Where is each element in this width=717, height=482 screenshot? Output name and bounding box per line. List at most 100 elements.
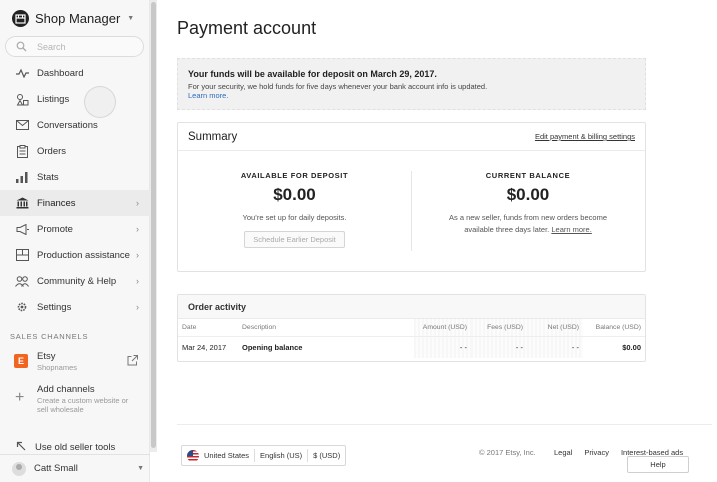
sidebar-item-label: Community & Help bbox=[37, 275, 117, 287]
add-channels-button[interactable]: + Add channels Create a custom website o… bbox=[14, 383, 142, 417]
available-amount: $0.00 bbox=[273, 185, 316, 204]
sidebar-scrollbar[interactable] bbox=[150, 0, 157, 452]
clipboard-icon bbox=[15, 144, 29, 158]
notice-title: Your funds will be available for deposit… bbox=[188, 69, 437, 79]
order-activity-title: Order activity bbox=[188, 301, 247, 312]
factory-icon bbox=[15, 248, 29, 262]
locale-separator bbox=[254, 449, 256, 462]
sales-channels-heading: SALES CHANNELS bbox=[10, 332, 89, 341]
gear-icon bbox=[15, 300, 29, 314]
chevron-right-icon: › bbox=[136, 250, 139, 260]
shop-manager-title: Shop Manager bbox=[35, 11, 121, 26]
search-input[interactable] bbox=[37, 41, 137, 52]
sidebar-item-stats[interactable]: Stats bbox=[0, 164, 150, 190]
footer-divider bbox=[177, 424, 712, 425]
plus-icon: + bbox=[15, 389, 25, 406]
avatar bbox=[12, 461, 26, 476]
footer-link-legal[interactable]: Legal bbox=[554, 448, 572, 457]
caret-down-icon: ▼ bbox=[137, 465, 144, 472]
schedule-earlier-deposit-button[interactable]: Schedule Earlier Deposit bbox=[244, 231, 345, 248]
bank-icon bbox=[15, 196, 29, 210]
order-activity-card: Order activity Date Description Amount (… bbox=[177, 294, 646, 362]
sidebar-item-label: Settings bbox=[37, 301, 72, 313]
copyright-text: © 2017 Etsy, Inc. bbox=[479, 448, 536, 457]
order-activity-header: Order activity bbox=[178, 295, 645, 319]
summary-title: Summary bbox=[188, 130, 238, 143]
edit-payment-settings-link[interactable]: Edit payment & billing settings bbox=[535, 132, 635, 141]
user-name: Catt Small bbox=[34, 463, 78, 474]
etsy-logo-icon: E bbox=[14, 354, 28, 368]
sidebar-item-finances[interactable]: Finances › bbox=[0, 190, 150, 216]
sales-channel-etsy[interactable]: E Etsy Shopnames bbox=[14, 350, 142, 374]
sidebar-item-label: Orders bbox=[37, 145, 67, 157]
sidebar-item-conversations[interactable]: Conversations bbox=[0, 112, 150, 138]
sidebar: Shop Manager ▼ Dashboard Listings Conver… bbox=[0, 0, 150, 482]
balance-amount: $0.00 bbox=[506, 185, 550, 204]
main-content: Payment account Your funds will be avail… bbox=[157, 0, 717, 482]
sidebar-item-production-assistance[interactable]: Production assistance › bbox=[0, 242, 150, 268]
order-activity-table: Date Description Amount (USD) Fees (USD)… bbox=[178, 319, 645, 358]
footer-link-privacy[interactable]: Privacy bbox=[584, 448, 609, 457]
column-header-date: Date bbox=[178, 319, 238, 337]
bar-chart-icon bbox=[15, 170, 29, 184]
help-button[interactable]: Help bbox=[627, 456, 689, 473]
add-channels-description: Create a custom website or sell wholesal… bbox=[37, 396, 129, 414]
sidebar-item-promote[interactable]: Promote › bbox=[0, 216, 150, 242]
column-header-description: Description bbox=[238, 319, 414, 337]
cell-net: - - bbox=[527, 336, 583, 358]
locale-language: English (US) bbox=[260, 451, 303, 460]
search-icon bbox=[16, 41, 28, 53]
sidebar-nav: Dashboard Listings Conversations Orders … bbox=[0, 60, 150, 320]
column-header-fees: Fees (USD) bbox=[471, 319, 527, 337]
notice-learn-more-link[interactable]: Learn more. bbox=[188, 91, 635, 100]
chevron-right-icon: › bbox=[136, 302, 139, 312]
megaphone-icon bbox=[15, 222, 29, 236]
sidebar-item-orders[interactable]: Orders bbox=[0, 138, 150, 164]
balance-note: As a new seller, funds from new orders b… bbox=[411, 212, 645, 236]
balance-title: CURRENT BALANCE bbox=[485, 171, 571, 180]
locale-separator bbox=[307, 449, 309, 462]
add-channels-label: Add channels bbox=[37, 384, 95, 395]
sidebar-item-label: Stats bbox=[37, 171, 59, 183]
balance-learn-more-link[interactable]: Learn more. bbox=[551, 225, 591, 234]
sidebar-item-label: Listings bbox=[37, 93, 70, 105]
locale-settings-button[interactable]: United States English (US) $ (USD) bbox=[181, 445, 347, 466]
current-balance-section: CURRENT BALANCE $0.00 As a new seller, f… bbox=[411, 171, 645, 236]
sidebar-item-label: Finances bbox=[37, 197, 76, 209]
shapes-icon bbox=[15, 92, 29, 106]
sidebar-item-settings[interactable]: Settings › bbox=[0, 294, 150, 320]
old-seller-tools-label: Use old seller tools bbox=[35, 441, 116, 453]
column-header-net: Net (USD) bbox=[527, 319, 583, 337]
notice-body: For your security, we hold funds for fiv… bbox=[188, 82, 488, 91]
channel-name: Etsy bbox=[37, 351, 56, 362]
people-icon bbox=[15, 274, 29, 288]
locale-currency: $ (USD) bbox=[313, 451, 341, 460]
channel-shop-name: Shopnames bbox=[37, 363, 78, 372]
sidebar-item-listings[interactable]: Listings bbox=[0, 86, 150, 112]
search-box[interactable] bbox=[5, 36, 144, 57]
page-title: Payment account bbox=[177, 18, 317, 38]
table-row: Mar 24, 2017 Opening balance - - - - - -… bbox=[178, 336, 645, 358]
activity-icon bbox=[15, 66, 29, 80]
scrollbar-thumb[interactable] bbox=[151, 2, 156, 448]
cell-amount: - - bbox=[414, 336, 471, 358]
shop-manager-logo-icon bbox=[12, 10, 29, 27]
sidebar-item-label: Production assistance bbox=[37, 249, 130, 261]
external-link-icon[interactable] bbox=[127, 353, 138, 371]
locale-country: United States bbox=[204, 451, 250, 460]
shop-manager-menu[interactable]: Shop Manager ▼ bbox=[12, 10, 134, 27]
sidebar-item-community-help[interactable]: Community & Help › bbox=[0, 268, 150, 294]
cell-date: Mar 24, 2017 bbox=[182, 342, 227, 352]
table-header-row: Date Description Amount (USD) Fees (USD)… bbox=[178, 319, 645, 337]
available-for-deposit-section: AVAILABLE FOR DEPOSIT $0.00 You’re set u… bbox=[178, 171, 411, 248]
sidebar-item-label: Promote bbox=[37, 223, 73, 235]
summary-card: Summary Edit payment & billing settings … bbox=[177, 122, 646, 272]
sidebar-item-label: Conversations bbox=[37, 119, 98, 131]
sidebar-item-dashboard[interactable]: Dashboard bbox=[0, 60, 150, 86]
us-flag-icon bbox=[187, 449, 199, 462]
summary-header: Summary Edit payment & billing settings bbox=[178, 123, 645, 151]
available-note: You’re set up for daily deposits. bbox=[242, 213, 347, 222]
user-menu[interactable]: Catt Small ▼ bbox=[0, 454, 150, 482]
funds-notice: Your funds will be available for deposit… bbox=[177, 58, 646, 110]
chevron-right-icon: › bbox=[136, 276, 139, 286]
